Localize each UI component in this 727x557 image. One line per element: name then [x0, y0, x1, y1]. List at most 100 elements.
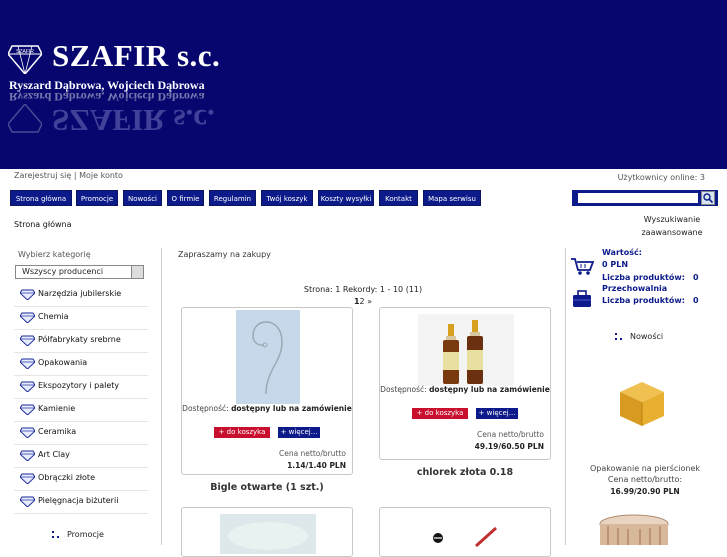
briefcase-icon[interactable]: [572, 290, 592, 308]
search-button[interactable]: [701, 191, 715, 205]
category-label: Półfabrykaty srebrne: [38, 335, 121, 344]
pagination-info: Strona: 1 Rekordy: 1 - 10 (11): [303, 285, 423, 294]
sidebar-promotions-link[interactable]: Promocje: [52, 530, 104, 539]
register-link[interactable]: Zarejestruj się: [14, 171, 71, 180]
nav-sitemap-button[interactable]: Mapa serwisu: [423, 190, 481, 206]
news-product-image-2[interactable]: [598, 512, 670, 545]
storage-count: 0: [693, 296, 699, 305]
product-card[interactable]: Dostępność: dostępny lub na zamówienie +…: [379, 307, 551, 460]
promotions-label: Promocje: [67, 530, 104, 539]
product-card[interactable]: [181, 507, 353, 557]
price-value: 1.14/1.40 PLN: [287, 461, 346, 470]
more-info-button[interactable]: + więcej...: [476, 408, 518, 419]
nav-news-button[interactable]: Nowości: [123, 190, 162, 206]
nav-contact-button[interactable]: Kontakt: [379, 190, 418, 206]
availability-value: dostępny lub na zamówienie: [231, 404, 352, 413]
product-name[interactable]: chlorek złota 0.18: [379, 467, 551, 478]
site-header: SZAFIR SZAFIR s.c. Ryszard Dąbrowa, Wojc…: [0, 0, 727, 169]
category-item[interactable]: Ceramika: [14, 422, 148, 445]
diamond-icon: [20, 427, 35, 438]
more-info-button[interactable]: + więcej...: [278, 427, 320, 438]
category-item[interactable]: Art Clay: [14, 445, 148, 468]
category-label: Ceramika: [38, 427, 77, 436]
main-heading: Zapraszamy na zakupy: [178, 250, 271, 259]
category-item[interactable]: Kamienie: [14, 399, 148, 422]
diamond-logo-icon: SZAFIR: [8, 45, 42, 74]
news-product-name[interactable]: Opakowanie na pierścionek: [570, 463, 720, 474]
bullet-dots-icon: [52, 531, 59, 538]
price-label: Cena netto/brutto: [476, 430, 544, 439]
product-image-bottles[interactable]: [418, 314, 514, 386]
product-image[interactable]: [418, 524, 514, 554]
logo-reflection-title: SZAFIR s.c.: [52, 103, 215, 138]
news-price-label: Cena netto/brutto:: [607, 475, 683, 484]
availability-label: Dostępność:: [380, 385, 427, 394]
category-item[interactable]: Pielęgnacja biżuterii: [14, 491, 148, 514]
diamond-icon: [20, 404, 35, 415]
category-label: Ekspozytory i palety: [38, 381, 120, 390]
category-item[interactable]: Narzędzia jubilerskie: [14, 284, 148, 307]
ring-box-image[interactable]: [614, 374, 670, 430]
diamond-icon: [20, 473, 35, 484]
search-bar: [572, 190, 718, 206]
page-next-arrow[interactable]: »: [367, 297, 372, 306]
category-item[interactable]: Chemia: [14, 307, 148, 330]
company-name: SZAFIR s.c.: [52, 38, 221, 73]
pagination: Strona: 1 Rekordy: 1 - 10 (11) 12 »: [178, 284, 548, 308]
availability: Dostępność: dostępny lub na zamówienie: [380, 385, 550, 394]
page-2-link[interactable]: 2: [360, 297, 365, 306]
category-item[interactable]: Ekspozytory i palety: [14, 376, 148, 399]
category-label: Obrączki złote: [38, 473, 95, 482]
availability: Dostępność: dostępny lub na zamówienie: [182, 404, 352, 413]
category-label: Chemia: [38, 312, 69, 321]
my-account-link[interactable]: Moje konto: [79, 171, 123, 180]
add-to-cart-button[interactable]: + do koszyka: [412, 408, 468, 419]
advanced-search-link[interactable]: Wyszukiwanie zaawansowane: [632, 213, 712, 239]
storage-label[interactable]: Przechowalnia: [602, 284, 667, 293]
diamond-icon: [20, 381, 35, 392]
product-name[interactable]: Bigle otwarte (1 szt.): [181, 482, 353, 493]
nav-cart-button[interactable]: Twój koszyk: [261, 190, 313, 206]
availability-label: Dostępność:: [182, 404, 229, 413]
account-links: Zarejestruj się | Moje konto: [14, 171, 123, 180]
price-value: 49.19/60.50 PLN: [474, 442, 544, 451]
logo-reflection: SZAFIR s.c. Ryszard Dąbrowa, Wojciech Dą…: [0, 90, 230, 140]
logo-reflection-subtitle: Ryszard Dąbrowa, Wojciech Dąbrowa: [9, 90, 205, 104]
cart-count: 0: [693, 273, 699, 282]
category-label: Pielęgnacja biżuterii: [38, 496, 119, 505]
magnifier-icon: [703, 193, 714, 204]
search-input[interactable]: [578, 193, 698, 203]
diamond-icon: [20, 289, 35, 300]
news-label: Nowości: [630, 332, 664, 341]
diamond-icon: [20, 450, 35, 461]
dropdown-arrow-icon: [131, 266, 143, 278]
users-online-count: Użytkownicy online: 3: [617, 173, 705, 182]
product-card[interactable]: [379, 507, 551, 557]
manufacturer-select-value: Wszyscy producenci: [22, 267, 104, 276]
left-divider: [161, 248, 162, 545]
product-image[interactable]: [220, 514, 316, 554]
diamond-icon: [20, 335, 35, 346]
diamond-icon: [20, 312, 35, 323]
nav-about-button[interactable]: O firmie: [167, 190, 204, 206]
nav-terms-button[interactable]: Regulamin: [209, 190, 256, 206]
product-image-earring[interactable]: [236, 310, 300, 404]
category-label: Art Clay: [38, 450, 70, 459]
cart-value-label: Wartość:: [602, 248, 642, 257]
shopping-cart-icon[interactable]: [570, 256, 594, 276]
right-divider: [565, 248, 566, 545]
category-item[interactable]: Obrączki złote: [14, 468, 148, 491]
nav-promotions-button[interactable]: Promocje: [76, 190, 118, 206]
add-to-cart-button[interactable]: + do koszyka: [214, 427, 270, 438]
category-item[interactable]: Półfabrykaty srebrne: [14, 330, 148, 353]
product-card[interactable]: Dostępność: dostępny lub na zamówienie +…: [181, 307, 353, 475]
category-item[interactable]: Opakowania: [14, 353, 148, 376]
nav-shipping-button[interactable]: Koszty wysyłki: [318, 190, 374, 206]
news-price: 16.99/20.90 PLN: [610, 487, 680, 496]
manufacturer-select[interactable]: Wszyscy producenci: [15, 265, 144, 279]
nav-home-button[interactable]: Strona główna: [10, 190, 72, 206]
news-link[interactable]: Nowości: [615, 332, 663, 341]
category-label: Narzędzia jubilerskie: [38, 289, 122, 298]
link-separator: |: [73, 171, 77, 180]
diamond-icon: [20, 358, 35, 369]
